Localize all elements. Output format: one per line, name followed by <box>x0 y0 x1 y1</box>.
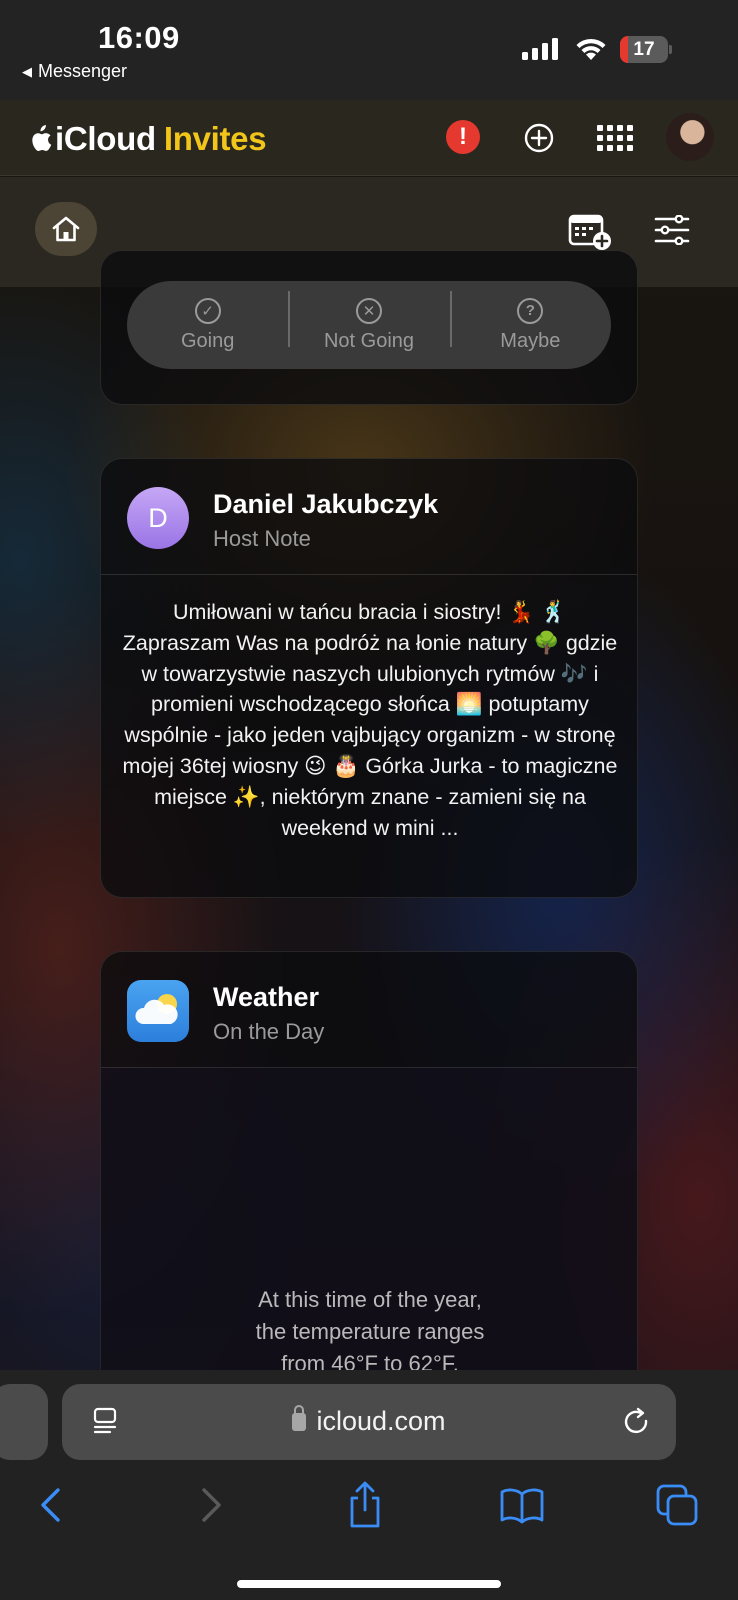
back-triangle-icon: ◀ <box>22 63 32 79</box>
rsvp-maybe-label: Maybe <box>500 329 561 352</box>
weather-title: Weather <box>213 982 320 1012</box>
add-icon[interactable] <box>524 123 554 153</box>
apps-grid-icon[interactable] <box>597 125 633 151</box>
url-text: icloud.com <box>316 1406 446 1436</box>
browser-nav <box>0 1480 738 1550</box>
cellular-signal-icon <box>522 38 558 60</box>
home-button[interactable] <box>35 202 97 256</box>
rsvp-maybe-button[interactable]: ? Maybe <box>449 281 611 369</box>
x-circle-icon: ✕ <box>355 297 382 324</box>
previous-tab[interactable] <box>0 1384 48 1460</box>
wifi-icon <box>576 38 606 60</box>
host-name: Daniel Jakubczyk <box>213 489 439 519</box>
host-note-card[interactable]: D Daniel Jakubczyk Host Note Umiłowani w… <box>100 458 638 898</box>
forward-icon[interactable] <box>185 1480 235 1530</box>
question-circle-icon: ? <box>517 297 544 324</box>
address-bar[interactable]: icloud.com <box>62 1384 676 1460</box>
weather-app-icon <box>127 980 189 1042</box>
host-note-label: Host Note <box>213 526 311 551</box>
rsvp-not-going-label: Not Going <box>323 329 415 352</box>
reload-icon[interactable] <box>622 1407 652 1437</box>
app-brand[interactable]: iCloud Invites <box>28 120 267 158</box>
weather-line-1: At this time of the year, <box>258 1287 482 1312</box>
brand-icloud-text: iCloud <box>55 120 156 157</box>
apple-icon <box>32 125 52 151</box>
check-circle-icon: ✓ <box>194 297 221 324</box>
rsvp-going-button[interactable]: ✓ Going <box>127 281 288 369</box>
battery-percent: 17 <box>633 39 655 60</box>
rsvp-not-going-button[interactable]: ✕ Not Going <box>288 281 449 369</box>
avatar[interactable] <box>666 113 714 161</box>
share-icon[interactable] <box>340 1480 390 1530</box>
rsvp-control: ✓ Going ✕ Not Going ? Maybe <box>127 281 611 369</box>
weather-header: Weather On the Day <box>101 952 637 1068</box>
bookmarks-icon[interactable] <box>497 1480 547 1530</box>
status-bar: 16:09 ◀ Messenger 17 <box>0 0 738 100</box>
back-to-app-link[interactable]: ◀ Messenger <box>22 61 127 82</box>
weather-line-2: the temperature ranges <box>255 1319 485 1344</box>
status-time: 16:09 <box>98 20 180 55</box>
brand-invites-text: Invites <box>163 120 267 157</box>
filter-sliders-icon[interactable] <box>654 215 690 245</box>
lock-icon <box>292 1405 307 1431</box>
tabs-icon[interactable] <box>654 1480 704 1530</box>
host-avatar: D <box>127 487 189 549</box>
weather-description: At this time of the year, the temperatur… <box>141 1284 599 1380</box>
browser-toolbar: icloud.com <box>0 1370 738 1600</box>
battery-indicator: 17 <box>620 36 672 63</box>
home-icon <box>52 216 80 242</box>
back-app-label: Messenger <box>38 61 128 81</box>
rsvp-card: ✓ Going ✕ Not Going ? Maybe <box>100 250 638 405</box>
url-display: icloud.com <box>62 1405 676 1437</box>
back-icon[interactable] <box>27 1480 77 1530</box>
alert-icon[interactable]: ! <box>446 120 480 154</box>
calendar-add-icon[interactable] <box>568 213 612 251</box>
weather-subtitle: On the Day <box>213 1019 325 1044</box>
home-indicator[interactable] <box>237 1580 501 1588</box>
host-note-header: D Daniel Jakubczyk Host Note <box>101 459 637 575</box>
host-note-text: Umiłowani w tańcu bracia i siostry! 💃 🕺 … <box>122 600 618 840</box>
rsvp-going-label: Going <box>180 329 235 352</box>
